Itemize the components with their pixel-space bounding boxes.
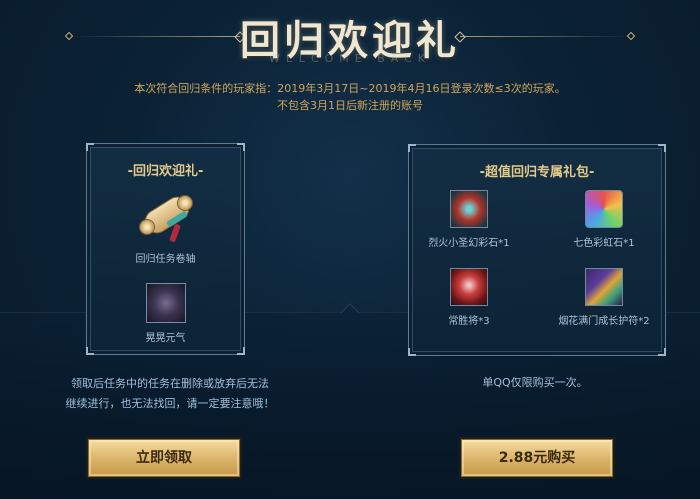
spirit-icon: [145, 283, 186, 323]
exclusive-pack-title: -超值回归专属礼包-: [479, 165, 595, 180]
corner-ornament: [658, 348, 666, 356]
task-warning-text: 领取后任务中的任务在删除或放弃后无法 继续进行，也无法找回，请一定要注意哦！: [40, 374, 300, 414]
charm-scroll-icon: [585, 268, 623, 306]
welcome-back-page: 回归欢迎礼 WELCOME BACK 本次符合回归条件的玩家指：2019年3月1…: [0, 0, 700, 499]
warning-line-2: 继续进行，也无法找回，请一定要注意哦！: [65, 397, 275, 410]
welcome-gift-panel: -回归欢迎礼- 回归任务卷轴 晃晃元气: [86, 143, 245, 355]
corner-ornament: [86, 143, 94, 151]
purchase-limit-text: 单QQ仅限购买一次。: [482, 376, 588, 389]
pack-item-rainbow-stone[interactable]: 七色彩虹石*1: [549, 190, 659, 249]
pack-item-ruby[interactable]: 常胜将*3: [414, 268, 524, 327]
corner-ornament: [408, 144, 416, 152]
red-gem-icon: [450, 190, 488, 228]
header-ornament-right: [626, 31, 636, 41]
corner-ornament: [408, 348, 416, 356]
pack-item-charm[interactable]: 烟花满门成长护符*2: [539, 268, 669, 327]
notice-line-1: 本次符合回归条件的玩家指：2019年3月17日~2019年4月16日登录次数≤3…: [134, 82, 566, 95]
scroll-icon: [136, 186, 196, 246]
warning-line-1: 领取后任务中的任务在删除或放弃后无法: [71, 377, 269, 390]
reward-item-spirit[interactable]: 晃晃元气: [87, 283, 244, 344]
reward-item-scroll[interactable]: 回归任务卷轴: [87, 186, 244, 265]
pack-item-label: 常胜将*3: [448, 316, 490, 327]
pack-item-fire-stone[interactable]: 烈火小圣幻彩石*1: [414, 190, 524, 249]
reward-item-label: 回归任务卷轴: [135, 254, 196, 265]
corner-ornament: [86, 347, 94, 355]
page-subtitle: WELCOME BACK: [268, 52, 431, 65]
rainbow-stone-icon: [585, 190, 623, 228]
pack-item-label: 烈火小圣幻彩石*1: [428, 238, 510, 249]
notice-line-2: 不包含3月1日后新注册的账号: [277, 99, 423, 112]
pack-item-label: 烟花满门成长护符*2: [558, 316, 650, 327]
reward-item-label: 晃晃元气: [145, 333, 186, 344]
buy-pack-button[interactable]: 2.88元购买: [461, 439, 613, 477]
header-divider-left: [70, 36, 240, 37]
welcome-gift-title: -回归欢迎礼-: [127, 164, 204, 179]
corner-ornament: [237, 347, 245, 355]
header-divider-right: [460, 36, 630, 37]
ruby-icon: [450, 268, 488, 306]
exclusive-pack-panel: -超值回归专属礼包- 烈火小圣幻彩石*1 七色彩虹石*1 常胜将*3 烟花满门成…: [408, 144, 666, 356]
corner-ornament: [237, 143, 245, 151]
eligibility-notice: 本次符合回归条件的玩家指：2019年3月17日~2019年4月16日登录次数≤3…: [60, 80, 640, 114]
claim-now-button[interactable]: 立即领取: [88, 439, 240, 477]
corner-ornament: [658, 144, 666, 152]
pack-item-label: 七色彩虹石*1: [573, 238, 635, 249]
